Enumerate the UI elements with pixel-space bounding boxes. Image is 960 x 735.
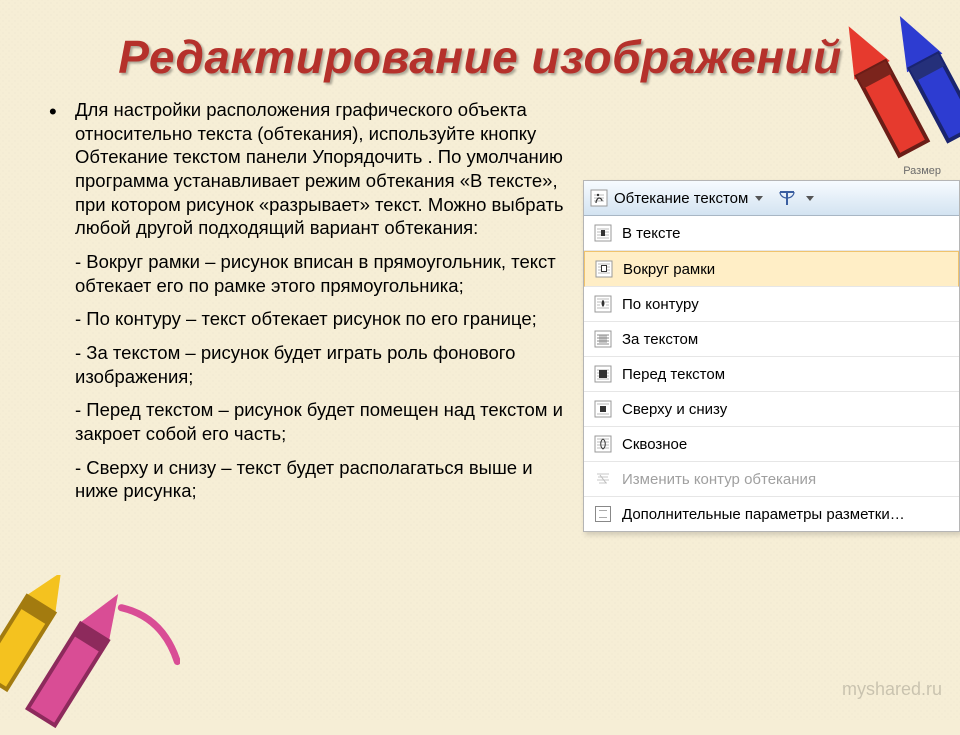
menu-item-label: Сквозное [622,436,687,453]
menu-item-label: Вокруг рамки [623,261,715,278]
menu-item-tight[interactable]: По контуру [584,287,959,322]
definition-item: - Вокруг рамки – рисунок вписан в прямоу… [45,250,565,297]
rotate-button[interactable] [775,187,799,209]
menu-item-behind[interactable]: За текстом [584,322,959,357]
wrap-text-menu: Размер Обтекание текстом В тексте Вокруг… [583,180,960,532]
body-text: Для настройки расположения графического … [45,98,565,503]
page-title: Редактирование изображений [45,30,915,84]
edit-wrap-points-icon [594,470,612,488]
menu-item-top-bottom[interactable]: Сверху и снизу [584,392,959,427]
menu-item-label: Сверху и снизу [622,401,727,418]
chevron-down-icon [806,196,814,201]
menu-item-in-line[interactable]: В тексте [584,216,959,251]
wrap-text-button[interactable]: Обтекание текстом [584,181,959,216]
wrap-topbottom-icon [594,400,612,418]
ribbon-group-hint: Размер [903,165,941,177]
menu-item-through[interactable]: Сквозное [584,427,959,462]
crayon-decoration-icon [0,575,180,735]
definition-item: - Сверху и снизу – текст будет располага… [45,456,565,503]
wrap-square-icon [595,260,613,278]
menu-item-square[interactable]: Вокруг рамки [584,251,959,287]
menu-item-label: Дополнительные параметры разметки… [622,506,905,523]
crayon-decoration-icon [817,0,960,173]
menu-item-label: В тексте [622,225,681,242]
wrap-inline-icon [594,224,612,242]
wrap-tight-icon [594,295,612,313]
wrap-text-label: Обтекание текстом [614,190,748,207]
definition-item: - Перед текстом – рисунок будет помещен … [45,398,565,445]
wrap-front-icon [594,365,612,383]
lead-paragraph: Для настройки расположения графического … [45,98,565,240]
menu-item-front[interactable]: Перед текстом [584,357,959,392]
wrap-behind-icon [594,330,612,348]
definition-item: - По контуру – текст обтекает рисунок по… [45,307,565,331]
chevron-down-icon [755,196,763,201]
wrap-text-icon [590,189,608,207]
wrap-through-icon [594,435,612,453]
menu-item-edit-contour: Изменить контур обтекания [584,462,959,497]
definition-item: - За текстом – рисунок будет играть роль… [45,341,565,388]
more-layout-icon [594,505,612,523]
menu-item-label: По контуру [622,296,699,313]
slide: Редактирование изображений Для настройки… [0,0,960,720]
menu-item-label: За текстом [622,331,698,348]
watermark: myshared.ru [842,679,942,700]
menu-item-label: Перед текстом [622,366,725,383]
menu-item-more-layout[interactable]: Дополнительные параметры разметки… [584,497,959,531]
menu-item-label: Изменить контур обтекания [622,471,816,488]
